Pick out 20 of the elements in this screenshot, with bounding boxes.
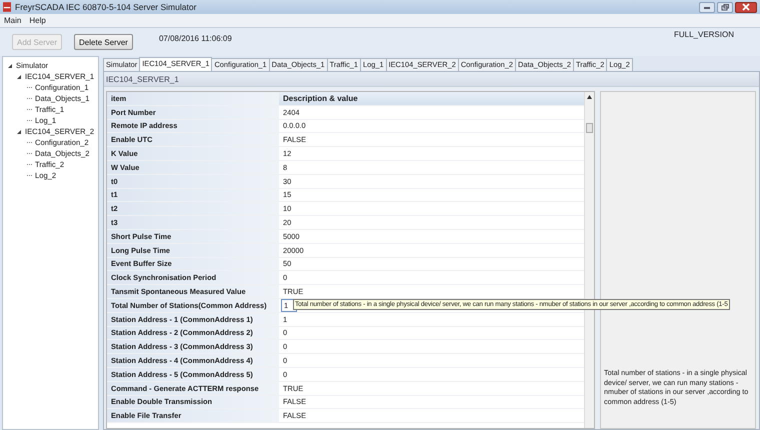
expanded-triangle-icon[interactable] [7, 62, 13, 68]
restore-button[interactable] [717, 2, 733, 12]
toolbar-button[interactable]: Delete Server [74, 34, 133, 50]
column-header: Description & value [279, 92, 584, 105]
close-button[interactable] [735, 2, 757, 12]
scroll-up-icon [587, 95, 592, 99]
panel-title: IEC104_SERVER_1 [106, 74, 179, 84]
window-title: FreyrSCADA IEC 60870-5-104 Server Simulator [15, 2, 196, 12]
expanded-triangle-icon[interactable] [16, 128, 22, 134]
minimize-icon [703, 4, 711, 10]
menu-item[interactable]: Help [29, 16, 46, 25]
app-icon [3, 2, 11, 12]
menu-item[interactable]: Main [4, 16, 22, 25]
edition-label: FULL_VERSION [674, 30, 734, 39]
scroll-thumb[interactable] [586, 123, 593, 133]
minimize-button[interactable] [699, 2, 715, 12]
restore-icon [721, 4, 729, 10]
close-icon [742, 3, 750, 11]
timestamp: 07/08/2016 11:06:09 [158, 34, 232, 43]
expanded-triangle-icon[interactable] [16, 74, 22, 80]
